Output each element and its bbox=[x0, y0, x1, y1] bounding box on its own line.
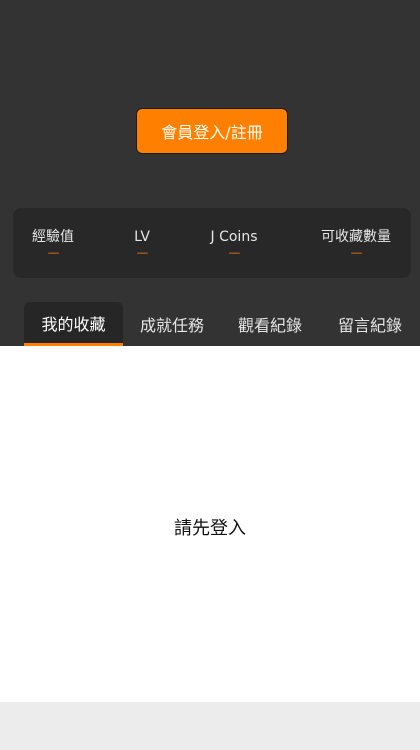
profile-header: 會員登入/註冊 經驗值 ---- LV ---- J Coins ---- 可收… bbox=[0, 0, 420, 346]
tab-comment-history[interactable]: 留言紀錄 bbox=[326, 302, 414, 346]
stat-label: J Coins bbox=[210, 229, 258, 245]
bottom-area bbox=[0, 702, 420, 750]
stat-label: 經驗值 bbox=[32, 229, 74, 245]
stat-value: ---- bbox=[136, 248, 148, 259]
login-prompt-message: 請先登入 bbox=[174, 518, 246, 539]
tab-content: 請先登入 bbox=[0, 346, 420, 702]
stat-collectible-count: 可收藏數量 ---- bbox=[321, 208, 391, 278]
stat-label: LV bbox=[134, 229, 150, 245]
stat-label: 可收藏數量 bbox=[321, 229, 391, 245]
tab-my-favorites[interactable]: 我的收藏 bbox=[24, 302, 123, 346]
stat-value: ---- bbox=[350, 248, 362, 259]
tab-bar: 我的收藏 成就任務 觀看紀錄 留言紀錄 bbox=[0, 298, 420, 346]
stats-card: 經驗值 ---- LV ---- J Coins ---- 可收藏數量 ---- bbox=[13, 208, 411, 278]
stat-jcoins: J Coins ---- bbox=[211, 208, 258, 278]
stat-value: ---- bbox=[228, 248, 240, 259]
stat-value: ---- bbox=[47, 248, 59, 259]
login-register-button[interactable]: 會員登入/註冊 bbox=[136, 108, 288, 154]
stat-experience: 經驗值 ---- bbox=[32, 208, 74, 278]
tab-achievements[interactable]: 成就任務 bbox=[128, 302, 216, 346]
stat-level: LV ---- bbox=[134, 208, 150, 278]
tab-watch-history[interactable]: 觀看紀錄 bbox=[226, 302, 314, 346]
